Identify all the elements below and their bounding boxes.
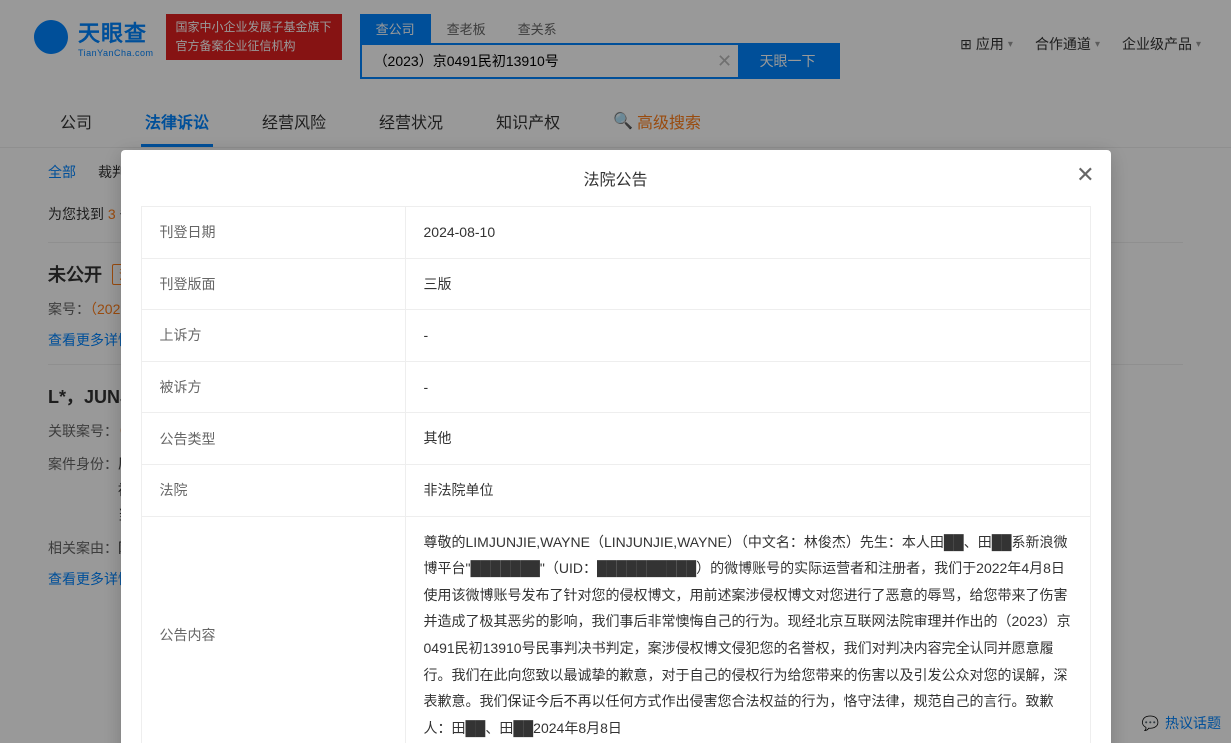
detail-row-court: 法院 非法院单位 <box>142 465 1090 517</box>
detail-row-content: 公告内容 尊敬的LIMJUNJIE,WAYNE（LINJUNJIE,WAYNE）… <box>142 517 1090 743</box>
close-icon[interactable]: ✕ <box>1076 164 1094 186</box>
detail-row-notice-type: 公告类型 其他 <box>142 413 1090 465</box>
modal-overlay[interactable]: 法院公告 ✕ 刊登日期 2024-08-10 刊登版面 三版 上诉方 - 被诉方 <box>0 0 1231 743</box>
court-notice-modal: 法院公告 ✕ 刊登日期 2024-08-10 刊登版面 三版 上诉方 - 被诉方 <box>121 150 1111 743</box>
modal-body: 刊登日期 2024-08-10 刊登版面 三版 上诉方 - 被诉方 - 公告类型 <box>121 206 1111 743</box>
detail-table: 刊登日期 2024-08-10 刊登版面 三版 上诉方 - 被诉方 - 公告类型 <box>141 206 1091 743</box>
modal-title: 法院公告 <box>583 166 647 190</box>
detail-row-publish-date: 刊登日期 2024-08-10 <box>142 207 1090 259</box>
detail-row-edition: 刊登版面 三版 <box>142 259 1090 311</box>
detail-row-appellee: 被诉方 - <box>142 362 1090 414</box>
modal-header: 法院公告 ✕ <box>121 150 1111 206</box>
detail-row-appellant: 上诉方 - <box>142 310 1090 362</box>
